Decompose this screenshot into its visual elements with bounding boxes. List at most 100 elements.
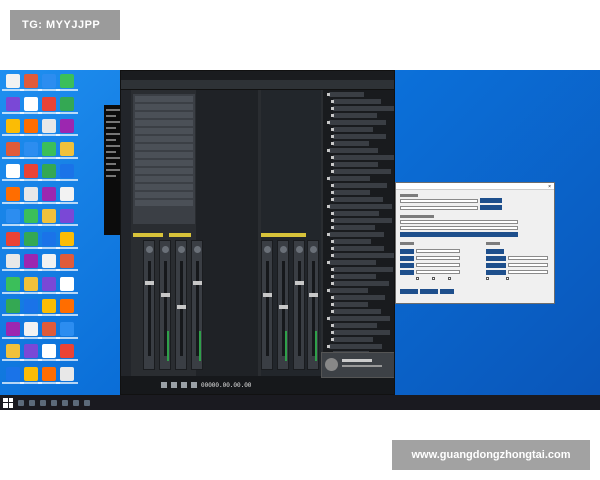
pan-knob[interactable] xyxy=(264,246,271,253)
option-button[interactable] xyxy=(486,249,504,254)
stop-button[interactable] xyxy=(420,289,438,294)
mixer-channel-strip[interactable] xyxy=(143,240,155,370)
desktop-shortcut-icon[interactable] xyxy=(38,321,60,339)
desktop-shortcut-icon[interactable] xyxy=(56,254,78,271)
search-icon[interactable] xyxy=(18,399,24,406)
fader-handle[interactable] xyxy=(161,293,170,297)
browser-list-item[interactable] xyxy=(327,260,376,265)
desktop-shortcut-icon[interactable] xyxy=(2,321,24,339)
browser-list-item[interactable] xyxy=(331,267,393,272)
desktop-shortcut-icon[interactable] xyxy=(20,254,42,271)
option-checkbox[interactable] xyxy=(486,277,489,280)
option-checkbox[interactable] xyxy=(506,277,509,280)
param-field[interactable] xyxy=(508,270,548,274)
desktop-shortcut-icon[interactable] xyxy=(20,321,42,339)
desktop-shortcut-icon[interactable] xyxy=(56,276,78,294)
desktop-shortcut-icon[interactable] xyxy=(20,299,42,316)
settings-dialog[interactable]: × xyxy=(395,182,555,304)
desktop-shortcut-icon[interactable] xyxy=(20,186,42,204)
desktop-shortcut-icon[interactable] xyxy=(56,141,78,159)
browser-list-item[interactable] xyxy=(331,295,385,300)
desktop-shortcut-icon[interactable] xyxy=(20,231,42,249)
desktop-shortcut-icon[interactable] xyxy=(2,209,24,226)
mixer-channel-strip[interactable] xyxy=(277,240,289,370)
pan-knob[interactable] xyxy=(280,246,287,253)
mixer-channel-strip[interactable] xyxy=(159,240,171,370)
desktop-shortcut-icon[interactable] xyxy=(20,74,42,91)
fader-handle[interactable] xyxy=(309,293,318,297)
mixer-console[interactable] xyxy=(133,240,319,375)
play-icon[interactable] xyxy=(171,382,177,388)
browser-list-item[interactable] xyxy=(331,246,384,251)
desktop-shortcut-icon[interactable] xyxy=(38,231,60,249)
desktop-shortcut-icon[interactable] xyxy=(20,96,42,114)
desktop-shortcut-icon[interactable] xyxy=(20,209,42,226)
desktop-shortcut-icon[interactable] xyxy=(20,119,42,136)
output-device-select[interactable] xyxy=(400,226,518,230)
desktop-shortcut-icon[interactable] xyxy=(2,366,24,384)
desktop-shortcut-icon[interactable] xyxy=(2,276,24,294)
param-field[interactable] xyxy=(416,256,460,260)
browser-list-item[interactable] xyxy=(327,176,370,181)
pan-knob[interactable] xyxy=(310,246,317,253)
desktop-shortcut-icon[interactable] xyxy=(20,366,42,384)
desktop-shortcut-icon[interactable] xyxy=(20,276,42,294)
browser-list-item[interactable] xyxy=(331,113,377,118)
desktop-shortcut-icon[interactable] xyxy=(20,141,42,159)
explorer-icon[interactable] xyxy=(40,399,46,406)
desktop-shortcut-icon[interactable] xyxy=(38,74,60,91)
mixer-channel-strip[interactable] xyxy=(307,240,319,370)
browser-list-item[interactable] xyxy=(331,337,373,342)
browser-list-item[interactable] xyxy=(331,99,381,104)
desktop-shortcut-icon[interactable] xyxy=(38,299,60,316)
desktop-shortcut-icon[interactable] xyxy=(56,96,78,114)
pan-knob[interactable] xyxy=(146,246,153,253)
browser-list-item[interactable] xyxy=(331,218,392,223)
close-icon[interactable]: × xyxy=(548,184,551,190)
browser-list-item[interactable] xyxy=(331,239,371,244)
desktop-shortcut-icon[interactable] xyxy=(38,366,60,384)
browser-list-item[interactable] xyxy=(331,274,376,279)
browser-list-item[interactable] xyxy=(327,120,386,125)
path-field[interactable] xyxy=(400,199,478,203)
daw-title-bar[interactable] xyxy=(121,71,394,80)
browser-icon[interactable] xyxy=(51,399,57,406)
desktop-shortcut-icon[interactable] xyxy=(56,231,78,249)
browser-list-item[interactable] xyxy=(331,134,386,139)
path-field[interactable] xyxy=(400,206,478,210)
option-checkbox[interactable] xyxy=(416,277,419,280)
dialog-title-bar[interactable]: × xyxy=(396,183,554,190)
browser-list-item[interactable] xyxy=(327,288,368,293)
fader-handle[interactable] xyxy=(193,281,202,285)
pan-knob[interactable] xyxy=(296,246,303,253)
pan-knob[interactable] xyxy=(162,246,169,253)
browser-list-item[interactable] xyxy=(331,302,368,307)
browser-list-item[interactable] xyxy=(331,323,377,328)
transport-bar[interactable]: 00000.00.00.00 xyxy=(121,376,394,394)
app-icon[interactable] xyxy=(84,399,90,406)
browser-list-item[interactable] xyxy=(327,92,364,97)
input-device-select[interactable] xyxy=(400,220,518,224)
desktop-shortcut-icon[interactable] xyxy=(56,366,78,384)
desktop-shortcut-icon[interactable] xyxy=(38,209,60,226)
browser-list-item[interactable] xyxy=(331,253,394,258)
mixer-channel-strip[interactable] xyxy=(293,240,305,370)
stop-icon[interactable] xyxy=(181,382,187,388)
browser-list-item[interactable] xyxy=(331,106,394,111)
browser-list-item[interactable] xyxy=(331,141,369,146)
desktop-shortcut-icon[interactable] xyxy=(2,299,24,316)
browser-list-item[interactable] xyxy=(331,211,379,216)
browser-panel[interactable] xyxy=(323,90,394,378)
desktop-shortcut-icon[interactable] xyxy=(56,209,78,226)
browse-button[interactable] xyxy=(480,205,502,210)
pan-knob[interactable] xyxy=(178,246,185,253)
desktop-shortcut-icon[interactable] xyxy=(2,231,24,249)
param-field[interactable] xyxy=(416,270,460,274)
browser-list-item[interactable] xyxy=(331,155,394,160)
daw-window[interactable]: 00000.00.00.00 xyxy=(120,70,395,395)
option-checkbox[interactable] xyxy=(432,277,435,280)
desktop-shortcut-icon[interactable] xyxy=(2,344,24,361)
pan-knob[interactable] xyxy=(194,246,201,253)
fader-handle[interactable] xyxy=(295,281,304,285)
desktop-shortcut-icon[interactable] xyxy=(38,344,60,361)
